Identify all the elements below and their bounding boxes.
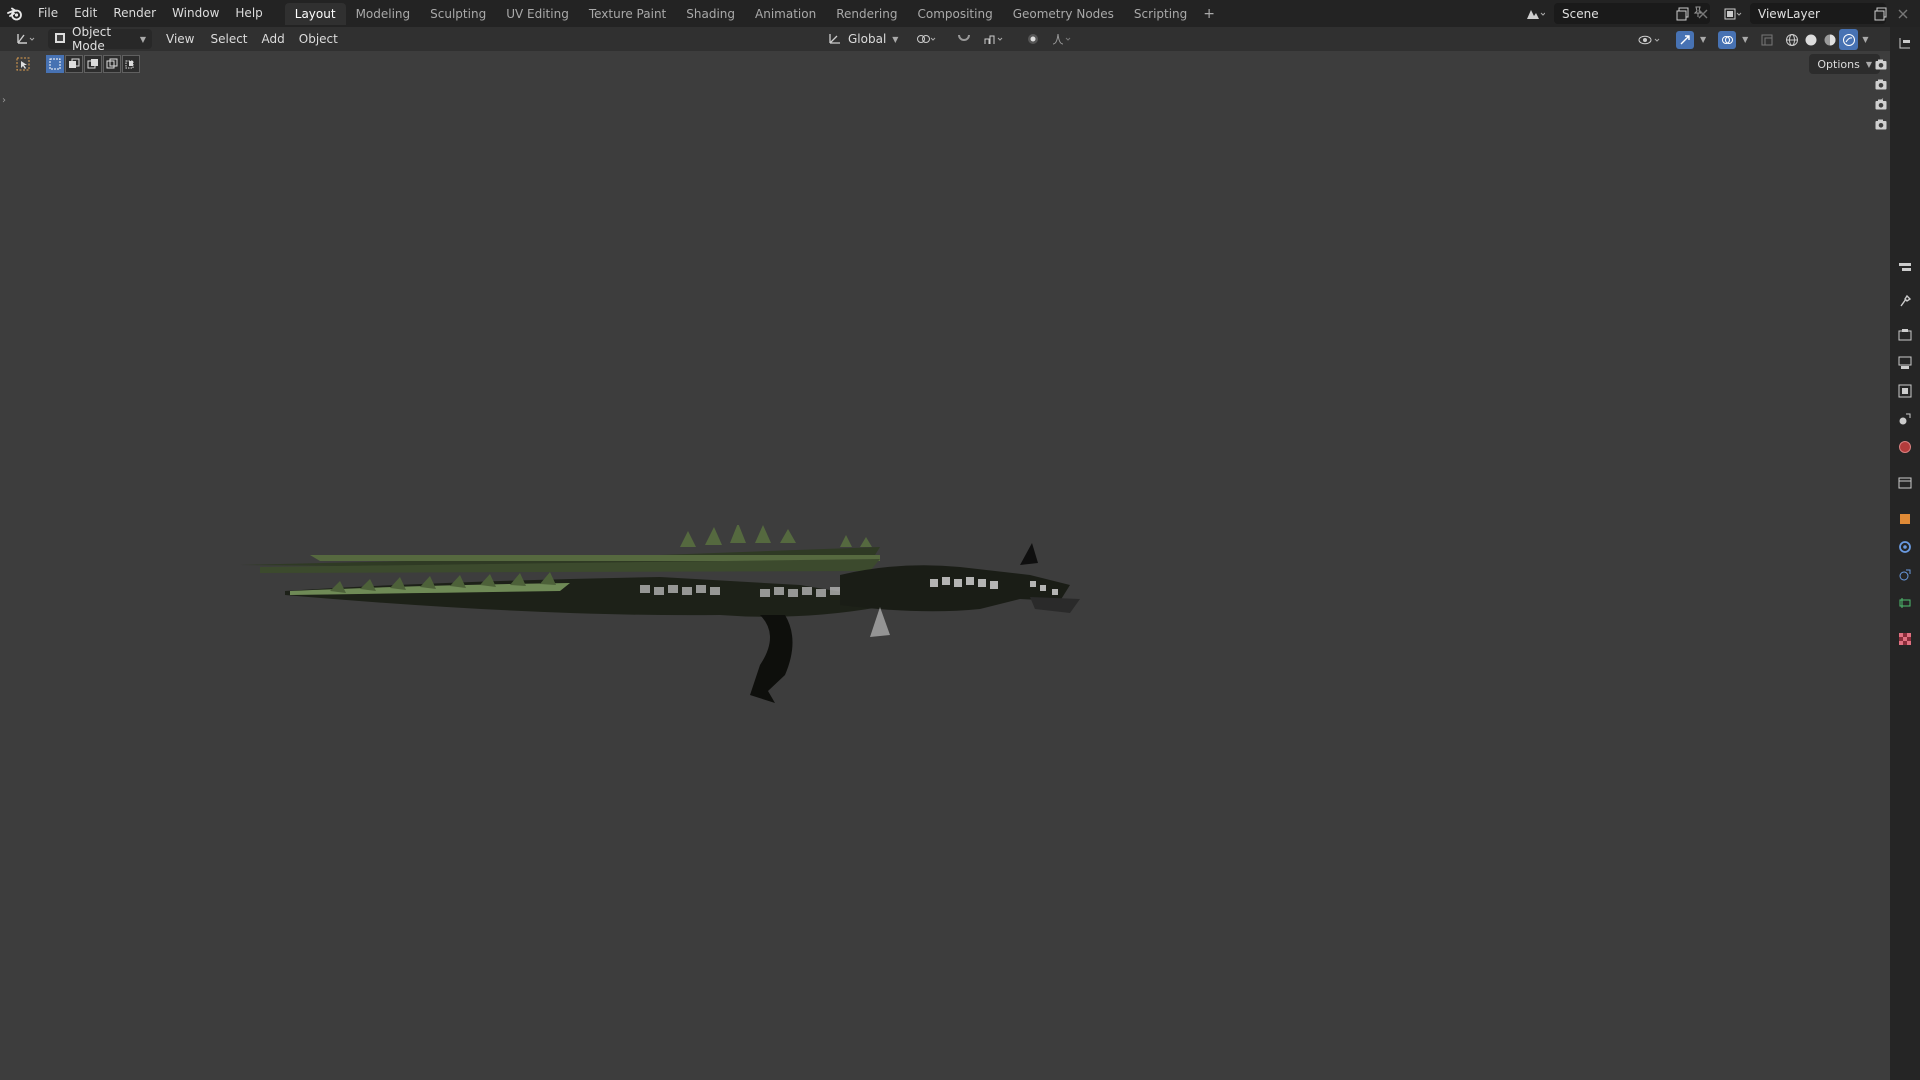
tab-geometry-nodes[interactable]: Geometry Nodes: [1003, 3, 1124, 25]
xray-toggle-icon[interactable]: [1754, 30, 1780, 50]
object-data-properties-icon[interactable]: [1897, 595, 1913, 611]
collection-properties-icon[interactable]: [1897, 475, 1913, 491]
chevron-down-icon: ▼: [1700, 35, 1707, 44]
chevron-down-icon[interactable]: ▼: [1862, 35, 1868, 44]
editor-type-button[interactable]: [10, 29, 44, 49]
camera-view-icon[interactable]: [1874, 116, 1888, 132]
tab-compositing[interactable]: Compositing: [907, 3, 1002, 25]
falloff-icon[interactable]: [1046, 29, 1080, 49]
menu-help[interactable]: Help: [227, 0, 270, 27]
transform-orientation-dropdown[interactable]: Global ▼: [822, 29, 904, 49]
set-selection-icon[interactable]: [46, 55, 64, 73]
tab-sculpting[interactable]: Sculpting: [420, 3, 496, 25]
chevron-down-icon: ▼: [1742, 35, 1749, 44]
tool-settings-row: Options ▼: [0, 51, 1890, 77]
intersect-selection-icon[interactable]: [122, 55, 140, 73]
view-layer-properties-icon[interactable]: [1897, 383, 1913, 399]
camera-view-icon[interactable]: [1874, 76, 1888, 92]
pivot-point-button[interactable]: [910, 29, 946, 49]
selection-mode-group: [46, 55, 141, 73]
viewport-navigation-gizmo: [1874, 56, 1888, 132]
properties-tab-strip: [1890, 27, 1920, 1080]
extend-selection-icon[interactable]: [65, 55, 83, 73]
shading-mode-group: ▼: [1782, 29, 1868, 50]
render-properties-icon[interactable]: [1897, 327, 1913, 343]
workspace-tabs: Layout Modeling Sculpting UV Editing Tex…: [284, 0, 1221, 27]
snap-target-button[interactable]: [978, 29, 1014, 49]
tool-properties-icon[interactable]: [1897, 293, 1913, 309]
mode-dropdown[interactable]: Object Mode ▼: [48, 25, 152, 53]
chevron-down-icon: ▼: [892, 34, 899, 44]
scene-browse-icon[interactable]: [1524, 3, 1546, 24]
tab-layout[interactable]: Layout: [284, 2, 346, 25]
menu-add[interactable]: Add: [256, 29, 291, 49]
tab-scripting[interactable]: Scripting: [1124, 3, 1197, 25]
close-scene-icon[interactable]: [1692, 3, 1714, 24]
subtract-selection-icon[interactable]: [84, 55, 102, 73]
rendered-shading-icon[interactable]: [1839, 29, 1859, 50]
menu-edit[interactable]: Edit: [66, 0, 105, 27]
toolbar-expand-icon[interactable]: ›: [2, 95, 6, 106]
orientation-icon: [828, 31, 842, 48]
gizmo-toggle-icon[interactable]: ▼: [1670, 30, 1712, 50]
orientation-label: Global: [848, 32, 887, 46]
tab-rendering[interactable]: Rendering: [826, 3, 907, 25]
camera-view-icon[interactable]: [1874, 96, 1888, 112]
close-view-layer-icon[interactable]: [1892, 3, 1914, 24]
dragon-model[interactable]: [240, 525, 1090, 765]
physics-properties-icon[interactable]: [1897, 567, 1913, 583]
chevron-down-icon: ▼: [139, 34, 146, 44]
object-properties-icon[interactable]: [1897, 511, 1913, 527]
menu-view[interactable]: View: [160, 29, 200, 49]
texture-properties-icon[interactable]: [1897, 631, 1913, 647]
tab-modeling[interactable]: Modeling: [346, 3, 421, 25]
object-mode-icon: [54, 32, 66, 47]
tab-texture-paint[interactable]: Texture Paint: [579, 3, 676, 25]
overlays-toggle-icon[interactable]: ▼: [1712, 30, 1754, 50]
blender-logo-icon[interactable]: [0, 0, 30, 27]
menu-select[interactable]: Select: [204, 29, 253, 49]
add-workspace-button[interactable]: +: [1197, 6, 1221, 22]
new-view-layer-icon[interactable]: [1870, 3, 1892, 24]
scene-properties-icon[interactable]: [1897, 411, 1913, 427]
outliner-toggle-icon[interactable]: [1897, 35, 1913, 51]
options-dropdown[interactable]: Options ▼: [1809, 54, 1880, 74]
tab-uv-editing[interactable]: UV Editing: [496, 3, 579, 25]
modifier-properties-icon[interactable]: [1897, 539, 1913, 555]
view-layer-selector[interactable]: ViewLayer: [1750, 3, 1886, 24]
select-tool-icon[interactable]: [14, 55, 32, 73]
wireframe-shading-icon[interactable]: [1782, 29, 1801, 50]
menu-window[interactable]: Window: [164, 0, 227, 27]
invert-selection-icon[interactable]: [103, 55, 121, 73]
view-layer-icon[interactable]: [1722, 3, 1744, 24]
snap-toggle-icon[interactable]: [950, 29, 978, 49]
properties-toggle-icon[interactable]: [1897, 259, 1913, 275]
mode-label: Object Mode: [72, 25, 112, 53]
proportional-edit-icon[interactable]: [1020, 29, 1046, 49]
tab-animation[interactable]: Animation: [745, 3, 826, 25]
world-properties-icon[interactable]: [1897, 439, 1913, 455]
3d-viewport[interactable]: Options ▼ › ‹: [0, 51, 1890, 1080]
viewport-header: Object Mode ▼ View Select Add Object Glo…: [0, 25, 1890, 53]
camera-view-icon[interactable]: [1874, 56, 1888, 72]
chevron-down-icon: ▼: [1865, 59, 1872, 69]
solid-shading-icon[interactable]: [1801, 29, 1820, 50]
tab-shading[interactable]: Shading: [676, 3, 745, 25]
material-preview-icon[interactable]: [1820, 29, 1839, 50]
top-bar: File Edit Render Window Help Layout Mode…: [0, 0, 1920, 27]
options-label: Options: [1817, 57, 1860, 71]
output-properties-icon[interactable]: [1897, 355, 1913, 371]
menu-object[interactable]: Object: [293, 29, 344, 49]
menu-render[interactable]: Render: [105, 0, 164, 27]
new-scene-icon[interactable]: [1672, 3, 1694, 24]
menu-file[interactable]: File: [30, 0, 66, 27]
visibility-icon[interactable]: [1632, 30, 1670, 50]
view-layer-name[interactable]: ViewLayer: [1758, 7, 1820, 21]
